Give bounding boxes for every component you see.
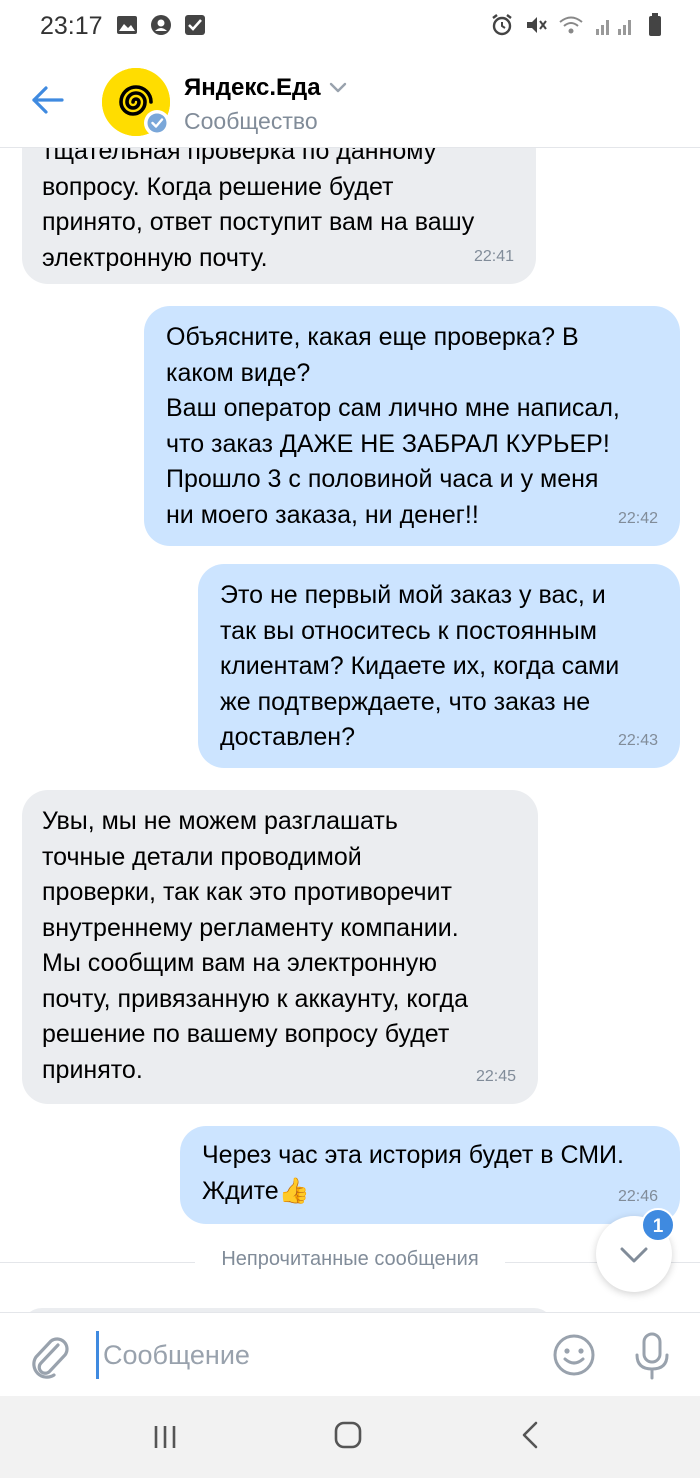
chat-header: Яндекс.Еда Сообщество: [0, 54, 700, 148]
message-text: тщательная проверка по данному вопросу. …: [42, 148, 475, 272]
chat-title[interactable]: Яндекс.Еда: [184, 74, 347, 102]
message-time: 22:42: [617, 509, 658, 527]
message-bubble[interactable]: Увы, мы не можем разглашать точные детал…: [22, 790, 538, 1104]
message-bubble[interactable]: Через час эта история будет в СМИ. Ждите…: [180, 1126, 680, 1224]
message-time: 22:41: [473, 247, 514, 265]
smile-icon[interactable]: [552, 1333, 596, 1377]
message-input[interactable]: [96, 1331, 526, 1379]
message-bubble[interactable]: тщательная проверка по данному вопросу. …: [22, 148, 536, 284]
message-bubble[interactable]: Объясните, какая еще проверка? В каком в…: [144, 306, 680, 546]
message-text: Это не первый мой заказ у вас, и так вы …: [220, 581, 620, 751]
chat-title-text: Яндекс.Еда: [184, 74, 321, 101]
chevron-down-icon: [329, 82, 346, 93]
recent-apps-icon[interactable]: [150, 1422, 180, 1452]
message-text: Объясните, какая еще проверка? В каком в…: [166, 323, 620, 529]
unread-count-badge: 1: [641, 1208, 675, 1242]
gallery-icon: [117, 16, 137, 34]
signal-icon: [596, 20, 631, 35]
verified-icon: [144, 110, 170, 136]
home-icon[interactable]: [333, 1420, 363, 1450]
unread-divider: Непрочитанные сообщения: [0, 1248, 700, 1271]
unread-divider-label: Непрочитанные сообщения: [195, 1248, 505, 1270]
mute-icon: [527, 17, 547, 33]
message-composer: [0, 1312, 700, 1396]
nav-back-icon[interactable]: [518, 1420, 542, 1450]
message-list[interactable]: тщательная проверка по данному вопросу. …: [0, 148, 700, 1312]
message-text: Через час эта история будет в СМИ. Ждите…: [202, 1141, 624, 1205]
message-time: 22:45: [475, 1067, 516, 1085]
chat-subtitle: Сообщество: [184, 108, 318, 134]
paperclip-icon[interactable]: [28, 1333, 70, 1379]
microphone-icon[interactable]: [632, 1331, 672, 1381]
message-text: Увы, мы не можем разглашать точные детал…: [42, 807, 469, 1084]
wifi-icon: [559, 16, 583, 34]
message-bubble[interactable]: Это не первый мой заказ у вас, и так вы …: [198, 564, 680, 768]
system-nav-bar: [0, 1396, 700, 1478]
status-time: 23:17: [40, 12, 103, 40]
alarm-icon: [492, 14, 512, 36]
checkbox-icon: [185, 15, 205, 35]
back-arrow-icon[interactable]: [28, 80, 68, 120]
message-time: 22:43: [617, 731, 658, 749]
messenger-icon: [151, 15, 171, 35]
status-bar: 23:17: [0, 0, 700, 54]
battery-icon: [649, 13, 661, 36]
